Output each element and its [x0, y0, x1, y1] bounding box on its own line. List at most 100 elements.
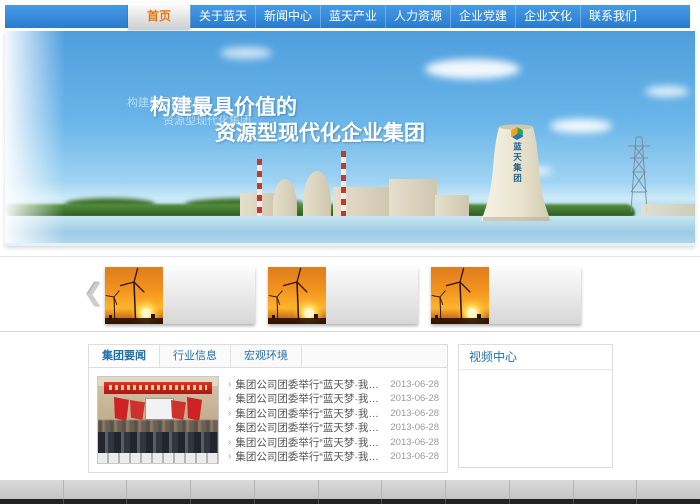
company-logo-icon: [511, 127, 524, 140]
news-body: › 集团公司团委举行“蓝天梦·我的梦”主题演讲比赛 2013-06-28 › 集…: [89, 368, 447, 472]
footer-sitemap-bar: [0, 480, 700, 499]
news-photo-conference[interactable]: [97, 376, 219, 464]
cloud-shape: [645, 86, 689, 97]
nav-item-label: 蓝天产业: [329, 9, 377, 23]
lake-water: [5, 216, 695, 246]
photo-flag: [187, 397, 202, 421]
news-title: 集团公司团委举行“蓝天梦·我的梦”主题演讲比赛: [235, 435, 384, 450]
news-row[interactable]: › 集团公司团委举行“蓝天梦·我的梦”主题演讲比赛 2013-06-28: [228, 450, 439, 465]
footer-dark-cell: [574, 499, 638, 504]
photo-projector-screen: [145, 398, 174, 420]
news-title: 集团公司团委举行“蓝天梦·我的梦”主题演讲比赛: [235, 391, 384, 406]
slogan-line2: 资源型现代化企业集团: [215, 117, 425, 147]
news-title: 集团公司团委举行“蓝天梦·我的梦”主题演讲比赛: [235, 449, 384, 464]
bullet-arrow-icon: ›: [228, 379, 231, 390]
footer-link-cell[interactable]: [64, 480, 128, 499]
photo-banner-text: [109, 385, 207, 390]
footer-link-cell[interactable]: [319, 480, 383, 499]
bullet-arrow-icon: ›: [228, 393, 231, 404]
news-date: 2013-06-28: [390, 437, 439, 448]
carousel-card[interactable]: [268, 267, 418, 324]
footer-dark-cell: [446, 499, 510, 504]
footer-link-cell[interactable]: [510, 480, 574, 499]
carousel-cards: [105, 267, 581, 324]
footer-link-cell[interactable]: [637, 480, 700, 499]
photo-flag: [130, 400, 145, 420]
footer-link-cell[interactable]: [0, 480, 64, 499]
bullet-arrow-icon: ›: [228, 422, 231, 433]
news-title: 集团公司团委举行“蓝天梦·我的梦”主题演讲比赛: [235, 406, 384, 421]
news-list: › 集团公司团委举行“蓝天梦·我的梦”主题演讲比赛 2013-06-28 › 集…: [228, 376, 439, 464]
nav-item[interactable]: 新闻中心: [255, 5, 320, 28]
shoreline: [5, 243, 695, 246]
video-panel-title: 视频中心: [459, 345, 612, 370]
striped-chimney: [257, 159, 262, 217]
news-row[interactable]: › 集团公司团委举行“蓝天梦·我的梦”主题演讲比赛 2013-06-28: [228, 392, 439, 407]
news-panel: 集团要闻行业信息宏观环境 › 集团公司团委举行“: [88, 344, 448, 473]
page: 首页 关于蓝天 新闻中心 蓝天产业 人力资源 企业党建 企业文化 联系我们: [0, 0, 700, 504]
carousel-prev-button[interactable]: ❮: [84, 279, 104, 308]
photo-audience: [98, 432, 218, 454]
news-title: 集团公司团委举行“蓝天梦·我的梦”主题演讲比赛: [235, 420, 384, 435]
news-date: 2013-06-28: [390, 393, 439, 404]
news-row[interactable]: › 集团公司团委举行“蓝天梦·我的梦”主题演讲比赛 2013-06-28: [228, 377, 439, 392]
bullet-arrow-icon: ›: [228, 451, 231, 462]
nav-item[interactable]: 企业文化: [515, 5, 580, 28]
nav-item-label: 企业文化: [524, 9, 572, 23]
carousel-card-caption: [489, 267, 581, 324]
news-date: 2013-06-28: [390, 408, 439, 419]
news-title: 集团公司团委举行“蓝天梦·我的梦”主题演讲比赛: [235, 377, 384, 392]
news-tabs: 集团要闻行业信息宏观环境: [89, 345, 447, 368]
nav-item[interactable]: 首页: [128, 3, 190, 29]
footer-dark-cell: [382, 499, 446, 504]
tower-brand: 蓝天集团: [503, 127, 531, 184]
footer-link-cell[interactable]: [574, 480, 638, 499]
nav-list: 首页 关于蓝天 新闻中心 蓝天产业 人力资源 企业党建 企业文化 联系我们: [128, 5, 690, 28]
video-panel: 视频中心: [458, 344, 613, 468]
nav-item[interactable]: 人力资源: [385, 5, 450, 28]
footer-dark-cell: [191, 499, 255, 504]
carousel-card[interactable]: [431, 267, 581, 324]
cloud-shape: [425, 59, 520, 79]
news-tab[interactable]: 集团要闻: [89, 345, 160, 367]
footer-dark-cell: [510, 499, 574, 504]
news-row[interactable]: › 集团公司团委举行“蓝天梦·我的梦”主题演讲比赛 2013-06-28: [228, 435, 439, 450]
containment-dome: [303, 171, 331, 217]
news-tab[interactable]: 行业信息: [160, 345, 231, 367]
nav-item[interactable]: 企业党建: [450, 5, 515, 28]
carousel-card-caption: [326, 267, 418, 324]
tower-company-name: 蓝天集团: [513, 142, 522, 184]
footer-dark-cell: [637, 499, 700, 504]
nav-item-label: 联系我们: [589, 9, 637, 23]
news-row[interactable]: › 集团公司团委举行“蓝天梦·我的梦”主题演讲比赛 2013-06-28: [228, 406, 439, 421]
banner-left-fade: [5, 31, 65, 246]
plant-building: [435, 195, 469, 217]
main-content: 集团要闻行业信息宏观环境 › 集团公司团委举行“: [88, 344, 613, 473]
nav-item[interactable]: 关于蓝天: [190, 5, 255, 28]
carousel-card[interactable]: [105, 267, 255, 324]
footer-link-cell[interactable]: [191, 480, 255, 499]
news-tab[interactable]: 宏观环境: [231, 345, 302, 367]
nav-item-label: 新闻中心: [264, 9, 312, 23]
nav-item-label: 企业党建: [459, 9, 507, 23]
photo-chairs: [98, 453, 218, 463]
footer-link-cell[interactable]: [446, 480, 510, 499]
nav-item-label: 关于蓝天: [199, 9, 247, 23]
footer-dark-cell: [127, 499, 191, 504]
wind-turbine-sunset-image: [431, 267, 489, 324]
footer-link-cell[interactable]: [255, 480, 319, 499]
nav-item[interactable]: 联系我们: [580, 5, 645, 28]
footer-link-cell[interactable]: [127, 480, 191, 499]
footer-dark-cell: [255, 499, 319, 504]
bullet-arrow-icon: ›: [228, 408, 231, 419]
footer-dark-cell: [64, 499, 128, 504]
news-date: 2013-06-28: [390, 422, 439, 433]
footer-link-cell[interactable]: [382, 480, 446, 499]
wind-turbine-sunset-image: [105, 267, 163, 324]
footer-dark-bar: [0, 499, 700, 504]
news-date: 2013-06-28: [390, 379, 439, 390]
news-date: 2013-06-28: [390, 451, 439, 462]
nav-item[interactable]: 蓝天产业: [320, 5, 385, 28]
news-row[interactable]: › 集团公司团委举行“蓝天梦·我的梦”主题演讲比赛 2013-06-28: [228, 421, 439, 436]
thumbnail-carousel: ❮: [0, 256, 700, 332]
